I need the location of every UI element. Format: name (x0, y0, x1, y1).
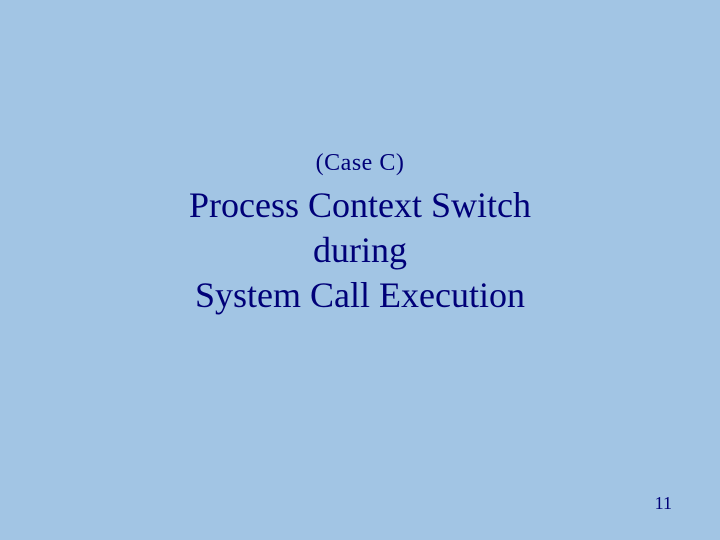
slide-content: (Case C) Process Context Switch during S… (0, 150, 720, 318)
title-line-2: during (0, 228, 720, 273)
title-line-3: System Call Execution (0, 273, 720, 318)
title-line-1: Process Context Switch (0, 183, 720, 228)
page-number: 11 (655, 493, 672, 514)
case-label: (Case C) (0, 150, 720, 177)
slide-title: Process Context Switch during System Cal… (0, 183, 720, 318)
